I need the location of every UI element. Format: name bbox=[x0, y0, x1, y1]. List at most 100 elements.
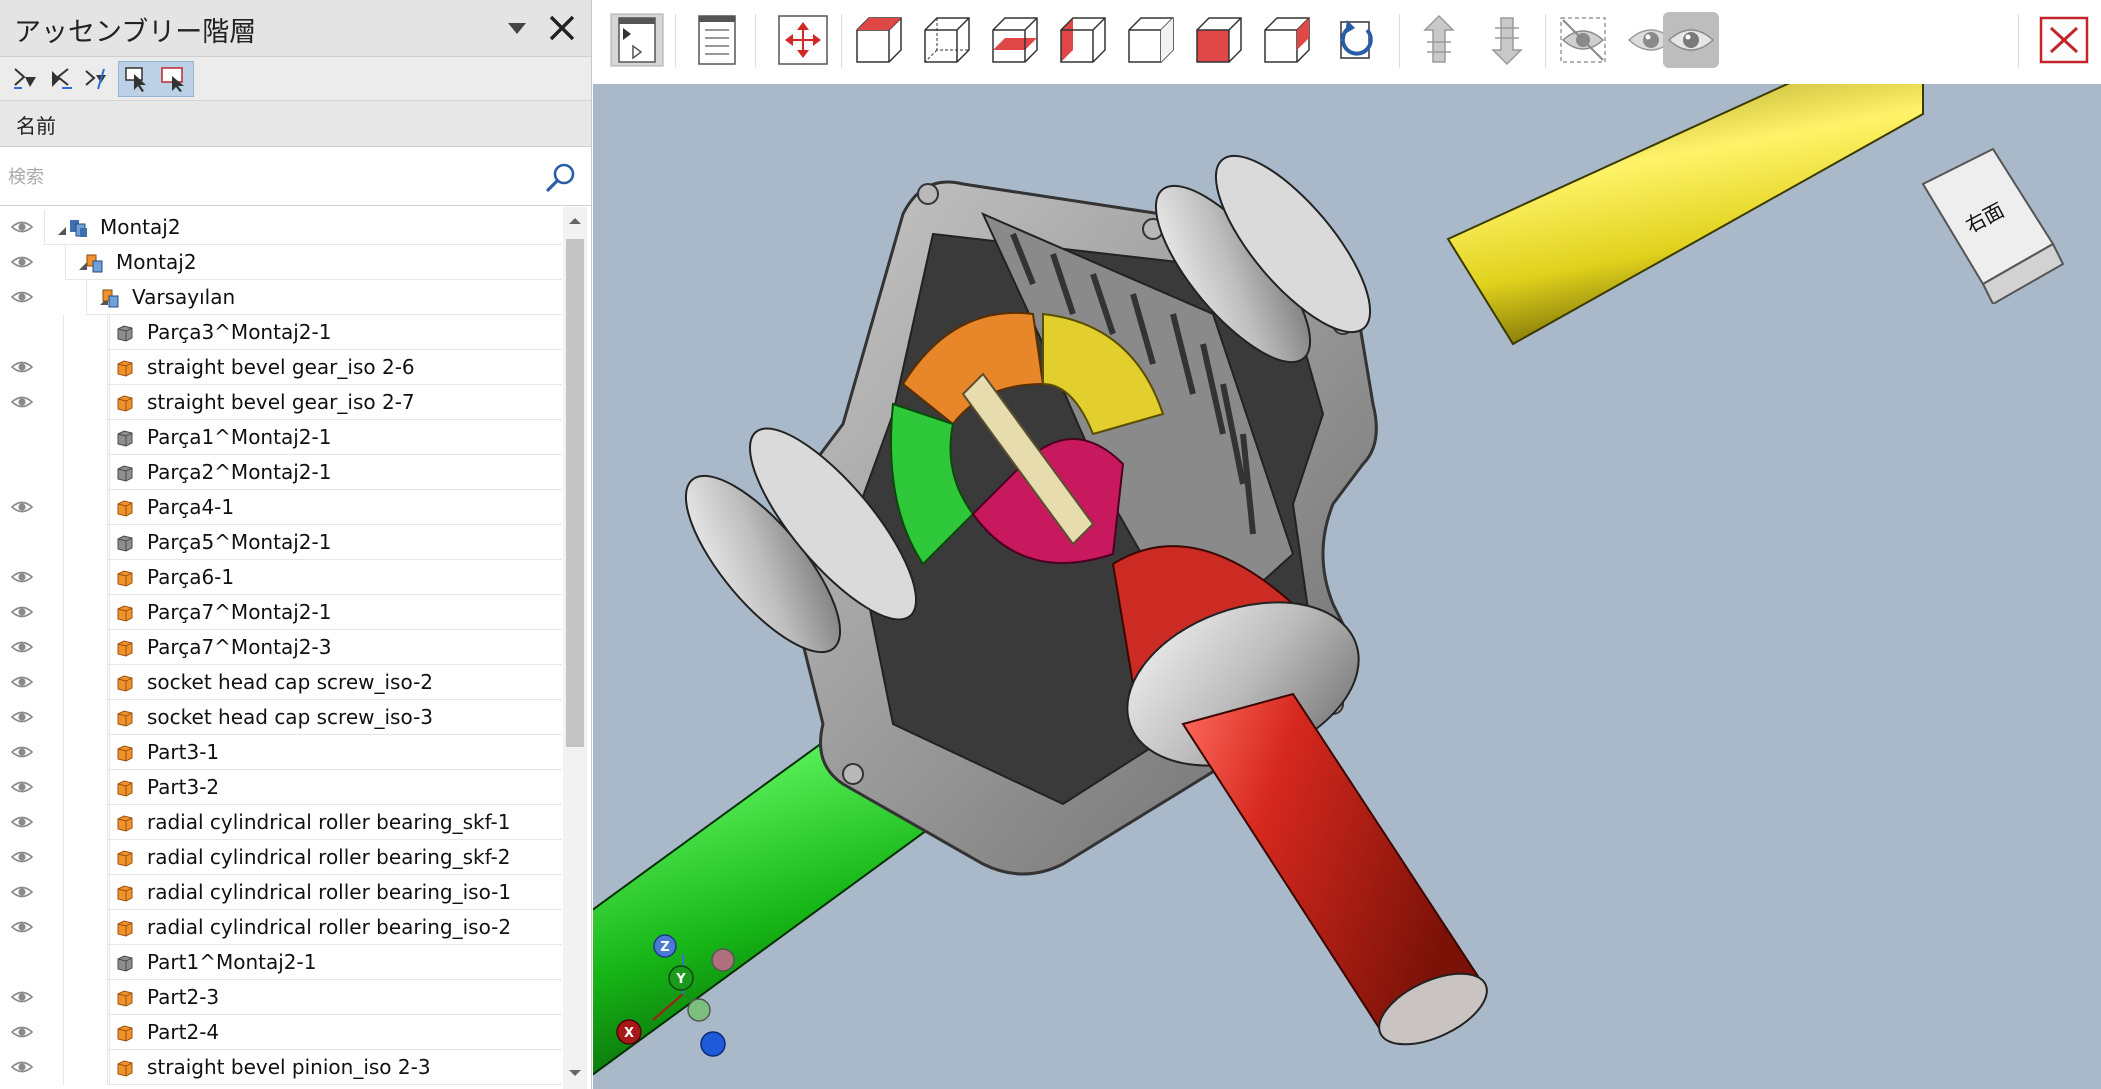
part-orange-icon bbox=[114, 357, 136, 379]
part-orange-icon bbox=[114, 707, 136, 729]
visibility-eye-icon[interactable] bbox=[10, 848, 34, 866]
visibility-eye-icon[interactable] bbox=[10, 498, 34, 516]
visibility-eye-icon[interactable] bbox=[10, 743, 34, 761]
red-shaft[interactable] bbox=[1181, 692, 1497, 1059]
scroll-up-icon[interactable] bbox=[563, 211, 587, 231]
collapse-all-icon[interactable] bbox=[46, 63, 76, 93]
search-icon[interactable] bbox=[543, 160, 579, 196]
search-box bbox=[0, 148, 591, 206]
tree-row[interactable]: radial cylindrical roller bearing_skf-2 bbox=[0, 840, 562, 875]
toggle-expand-icon[interactable] bbox=[82, 63, 112, 93]
panel-menu-chevron-icon[interactable] bbox=[500, 14, 534, 44]
view-iso-icon[interactable] bbox=[1259, 12, 1315, 68]
visibility-eye-icon[interactable] bbox=[10, 393, 34, 411]
tree-row[interactable]: Part3-2 bbox=[0, 770, 562, 805]
tree-row[interactable]: Parça4-1 bbox=[0, 490, 562, 525]
close-view-icon[interactable] bbox=[2037, 12, 2093, 68]
scroll-thumb[interactable] bbox=[566, 239, 584, 747]
yellow-shaft[interactable] bbox=[1446, 84, 1924, 346]
tree-row[interactable]: Parça1^Montaj2-1 bbox=[0, 420, 562, 455]
triad-reset-icon[interactable] bbox=[700, 1031, 726, 1057]
tree-row[interactable]: Parça7^Montaj2-1 bbox=[0, 595, 562, 630]
visibility-eye-icon[interactable] bbox=[10, 1023, 34, 1041]
selection-tools-group bbox=[118, 61, 194, 97]
visibility-eye-icon[interactable] bbox=[10, 988, 34, 1006]
3d-viewport[interactable]: 右面 Z Y X bbox=[593, 84, 2101, 1089]
rotate-view-icon[interactable] bbox=[1327, 12, 1383, 68]
tree-row[interactable]: Part2-4 bbox=[0, 1015, 562, 1050]
visibility-eye-icon[interactable] bbox=[10, 358, 34, 376]
visibility-eye-icon[interactable] bbox=[10, 253, 34, 271]
visibility-eye-icon[interactable] bbox=[10, 918, 34, 936]
panel-header: アッセンブリー階層 bbox=[0, 0, 591, 57]
visibility-eye-icon[interactable] bbox=[10, 708, 34, 726]
toggle-visibility-eye-icon[interactable] bbox=[1663, 12, 1719, 68]
visibility-eye-icon[interactable] bbox=[10, 288, 34, 306]
tree-item-label: Montaj2 bbox=[116, 250, 197, 274]
visibility-eye-icon[interactable] bbox=[10, 638, 34, 656]
visibility-eye-icon[interactable] bbox=[10, 883, 34, 901]
select-in-tree-icon[interactable] bbox=[122, 64, 152, 94]
search-input[interactable] bbox=[6, 160, 530, 194]
tree-row[interactable]: Varsayılan bbox=[0, 280, 562, 315]
part-orange-icon bbox=[114, 392, 136, 414]
view-left-icon[interactable] bbox=[1055, 12, 1111, 68]
tree-item-label: Part3-2 bbox=[147, 775, 220, 799]
view-cube[interactable]: 右面 bbox=[1913, 144, 2073, 306]
view-top-icon[interactable] bbox=[1191, 12, 1247, 68]
tree-row[interactable]: radial cylindrical roller bearing_skf-1 bbox=[0, 805, 562, 840]
tree-row[interactable]: Parça3^Montaj2-1 bbox=[0, 315, 562, 350]
coordinate-triad[interactable]: Z Y X bbox=[613, 934, 753, 1074]
tree-row[interactable]: Parça5^Montaj2-1 bbox=[0, 525, 562, 560]
document-panel-icon[interactable] bbox=[689, 12, 745, 68]
tree-row[interactable]: Parça7^Montaj2-3 bbox=[0, 630, 562, 665]
assembly-hierarchy-panel: アッセンブリー階層 名前 検索 Montaj2 Montaj2 Varsayıl… bbox=[0, 0, 592, 1089]
tree-scrollbar[interactable] bbox=[563, 207, 587, 1089]
visibility-eye-icon[interactable] bbox=[10, 813, 34, 831]
expand-toggle-icon[interactable] bbox=[56, 222, 68, 235]
visibility-eye-icon[interactable] bbox=[10, 778, 34, 796]
column-header-name[interactable]: 名前 bbox=[0, 101, 591, 147]
part-orange-icon bbox=[114, 602, 136, 624]
visibility-eye-icon[interactable] bbox=[10, 673, 34, 691]
view-front-icon[interactable] bbox=[851, 12, 907, 68]
tree-row[interactable]: Part2-3 bbox=[0, 980, 562, 1015]
tree-guide-line bbox=[63, 315, 64, 1085]
differential-assembly-model[interactable] bbox=[593, 84, 2101, 1089]
toolbar-separator bbox=[841, 14, 842, 68]
view-right-icon[interactable] bbox=[1123, 12, 1179, 68]
tree-row[interactable]: radial cylindrical roller bearing_iso-2 bbox=[0, 910, 562, 945]
fit-all-icon[interactable] bbox=[775, 12, 831, 68]
tree-row[interactable]: socket head cap screw_iso-3 bbox=[0, 700, 562, 735]
move-up-icon[interactable] bbox=[1411, 12, 1467, 68]
move-down-icon[interactable] bbox=[1479, 12, 1535, 68]
tree-row[interactable]: straight bevel gear_iso 2-6 bbox=[0, 350, 562, 385]
toggle-tree-panel-icon[interactable] bbox=[609, 12, 665, 68]
triad-perspective-icon[interactable] bbox=[711, 948, 735, 972]
tree-row[interactable]: straight bevel pinion_iso 2-3 bbox=[0, 1050, 562, 1085]
part-orange-icon bbox=[114, 882, 136, 904]
hide-selected-icon[interactable] bbox=[1555, 12, 1611, 68]
scroll-down-icon[interactable] bbox=[563, 1063, 587, 1083]
tree-row[interactable]: Parça6-1 bbox=[0, 560, 562, 595]
tree-item-label: Part3-1 bbox=[147, 740, 220, 764]
visibility-eye-icon[interactable] bbox=[10, 218, 34, 236]
view-back-icon[interactable] bbox=[919, 12, 975, 68]
triad-center-icon[interactable] bbox=[687, 998, 711, 1022]
tree-row[interactable]: Parça2^Montaj2-1 bbox=[0, 455, 562, 490]
visibility-eye-icon[interactable] bbox=[10, 1058, 34, 1076]
tree-item-label: straight bevel gear_iso 2-6 bbox=[147, 355, 415, 379]
tree-row[interactable]: Part1^Montaj2-1 bbox=[0, 945, 562, 980]
visibility-eye-icon[interactable] bbox=[10, 568, 34, 586]
expand-all-icon[interactable] bbox=[10, 63, 40, 93]
tree-row[interactable]: straight bevel gear_iso 2-7 bbox=[0, 385, 562, 420]
tree-row[interactable]: radial cylindrical roller bearing_iso-1 bbox=[0, 875, 562, 910]
tree-row[interactable]: socket head cap screw_iso-2 bbox=[0, 665, 562, 700]
visibility-eye-icon[interactable] bbox=[10, 603, 34, 621]
tree-row[interactable]: Montaj2 bbox=[0, 210, 562, 245]
tree-row[interactable]: Montaj2 bbox=[0, 245, 562, 280]
tree-row[interactable]: Part3-1 bbox=[0, 735, 562, 770]
view-bottom-icon[interactable] bbox=[987, 12, 1043, 68]
select-in-view-icon[interactable] bbox=[158, 64, 188, 94]
panel-close-icon[interactable] bbox=[544, 10, 580, 46]
